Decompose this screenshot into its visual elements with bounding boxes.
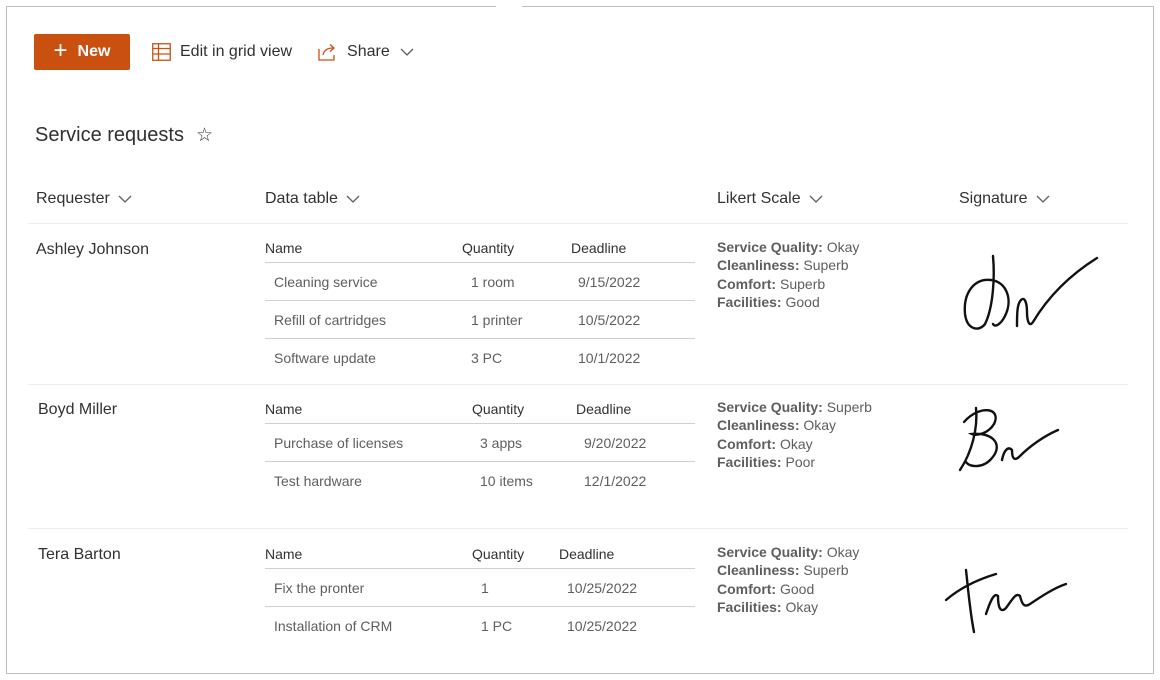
title-row: Service requests ☆: [35, 124, 213, 147]
table-row: Refill of cartridges 1 printer 10/5/2022: [265, 300, 695, 338]
likert-item: Cleanliness: Superb: [717, 562, 849, 579]
page-title: Service requests: [35, 124, 184, 146]
table-row: Cleaning service 1 room 9/15/2022: [265, 262, 695, 300]
column-header-label: Requester: [36, 190, 110, 207]
likert-item: Comfort: Superb: [717, 275, 826, 292]
cell-quantity: 1: [481, 580, 489, 596]
header-name: Name: [265, 401, 303, 417]
grid-icon: [152, 43, 171, 61]
data-table: Name Quantity Deadline Fix the pronter 1…: [265, 546, 695, 644]
cell-quantity: 1 room: [471, 274, 515, 290]
cell-deadline: 10/5/2022: [578, 312, 641, 328]
cell-deadline: 9/20/2022: [584, 435, 647, 451]
likert-item: Cleanliness: Superb: [717, 257, 849, 274]
likert-item: Facilities: Poor: [717, 454, 816, 471]
header-name: Name: [265, 240, 303, 256]
cell-name: Cleaning service: [274, 274, 378, 290]
table-row: Test hardware 10 items 12/1/2022: [265, 461, 695, 499]
requester-name[interactable]: Ashley Johnson: [36, 241, 149, 259]
header-name: Name: [265, 546, 303, 562]
cell-quantity: 3 apps: [480, 435, 523, 451]
cell-name: Software update: [274, 350, 376, 366]
column-header-likert-scale[interactable]: Likert Scale: [717, 190, 823, 208]
cell-name: Installation of CRM: [274, 618, 393, 634]
chevron-down-icon[interactable]: [400, 48, 414, 56]
frame-gap: [496, 2, 522, 10]
data-table-header: Name Quantity Deadline: [265, 546, 695, 568]
data-table-header: Name Quantity Deadline: [265, 401, 695, 423]
cell-quantity: 1 PC: [481, 618, 513, 634]
cell-name: Purchase of licenses: [274, 435, 404, 451]
requester-name[interactable]: Boyd Miller: [38, 401, 117, 419]
share-icon: [318, 44, 336, 61]
share-button[interactable]: Share: [318, 43, 423, 61]
new-button-label: New: [77, 43, 111, 60]
row-divider: [28, 384, 1128, 385]
requester-name[interactable]: Tera Barton: [38, 546, 121, 564]
header-quantity: Quantity: [462, 240, 515, 256]
cell-deadline: 12/1/2022: [584, 473, 647, 489]
data-table-header: Name Quantity Deadline: [265, 240, 695, 262]
data-table: Name Quantity Deadline Purchase of licen…: [265, 401, 695, 499]
row-divider: [28, 528, 1128, 529]
cell-deadline: 10/25/2022: [567, 618, 638, 634]
cell-deadline: 9/15/2022: [578, 274, 641, 290]
signature-image: [958, 406, 1060, 472]
header-deadline: Deadline: [571, 240, 627, 256]
cell-deadline: 10/25/2022: [567, 580, 638, 596]
star-icon[interactable]: ☆: [196, 126, 213, 145]
likert-item: Service Quality: Okay: [717, 544, 860, 560]
likert-item: Service Quality: Okay: [717, 239, 860, 255]
command-bar: + New Edit in grid view Share: [34, 34, 423, 70]
likert-item: Facilities: Okay: [717, 599, 819, 616]
cell-quantity: 1 printer: [471, 312, 523, 328]
likert-item: Cleanliness: Okay: [717, 417, 837, 434]
header-deadline: Deadline: [559, 546, 615, 562]
column-header-label: Likert Scale: [717, 190, 801, 207]
table-row: Fix the pronter 1 10/25/2022: [265, 568, 695, 606]
cell-quantity: 3 PC: [471, 350, 503, 366]
column-header-label: Signature: [959, 190, 1028, 207]
column-header-data-table[interactable]: Data table: [265, 190, 360, 208]
cell-name: Refill of cartridges: [274, 312, 387, 328]
cell-name: Test hardware: [274, 473, 362, 489]
likert-item: Service Quality: Superb: [717, 399, 872, 415]
signature-image: [963, 254, 1099, 330]
likert-item: Comfort: Okay: [717, 435, 813, 452]
chevron-down-icon: [809, 195, 823, 203]
header-deadline: Deadline: [576, 401, 632, 417]
chevron-down-icon: [1036, 195, 1049, 203]
likert-values: Service Quality: Okay Cleanliness: Super…: [717, 238, 859, 312]
column-header-requester[interactable]: Requester: [36, 190, 132, 208]
cell-name: Fix the pronter: [274, 580, 365, 596]
header-quantity: Quantity: [472, 401, 525, 417]
edit-grid-view-button[interactable]: Edit in grid view: [152, 43, 292, 61]
column-header-signature[interactable]: Signature: [959, 190, 1050, 208]
likert-item: Comfort: Good: [717, 580, 815, 597]
table-row: Installation of CRM 1 PC 10/25/2022: [265, 606, 695, 644]
table-row: Software update 3 PC 10/1/2022: [265, 338, 695, 376]
new-button[interactable]: + New: [34, 34, 130, 70]
cell-deadline: 10/1/2022: [578, 350, 641, 366]
plus-icon: +: [53, 37, 68, 64]
row-divider: [28, 223, 1128, 224]
likert-values: Service Quality: Superb Cleanliness: Oka…: [717, 398, 872, 472]
share-label: Share: [347, 43, 390, 60]
chevron-down-icon: [346, 195, 360, 203]
likert-item: Facilities: Good: [717, 294, 820, 311]
header-quantity: Quantity: [472, 546, 525, 562]
chevron-down-icon: [118, 195, 132, 203]
edit-grid-view-label: Edit in grid view: [180, 43, 293, 60]
signature-image: [944, 568, 1068, 634]
data-table: Name Quantity Deadline Cleaning service …: [265, 240, 695, 376]
likert-values: Service Quality: Okay Cleanliness: Super…: [717, 543, 859, 617]
cell-quantity: 10 items: [480, 473, 533, 489]
column-header-label: Data table: [265, 190, 338, 207]
table-row: Purchase of licenses 3 apps 9/20/2022: [265, 423, 695, 461]
